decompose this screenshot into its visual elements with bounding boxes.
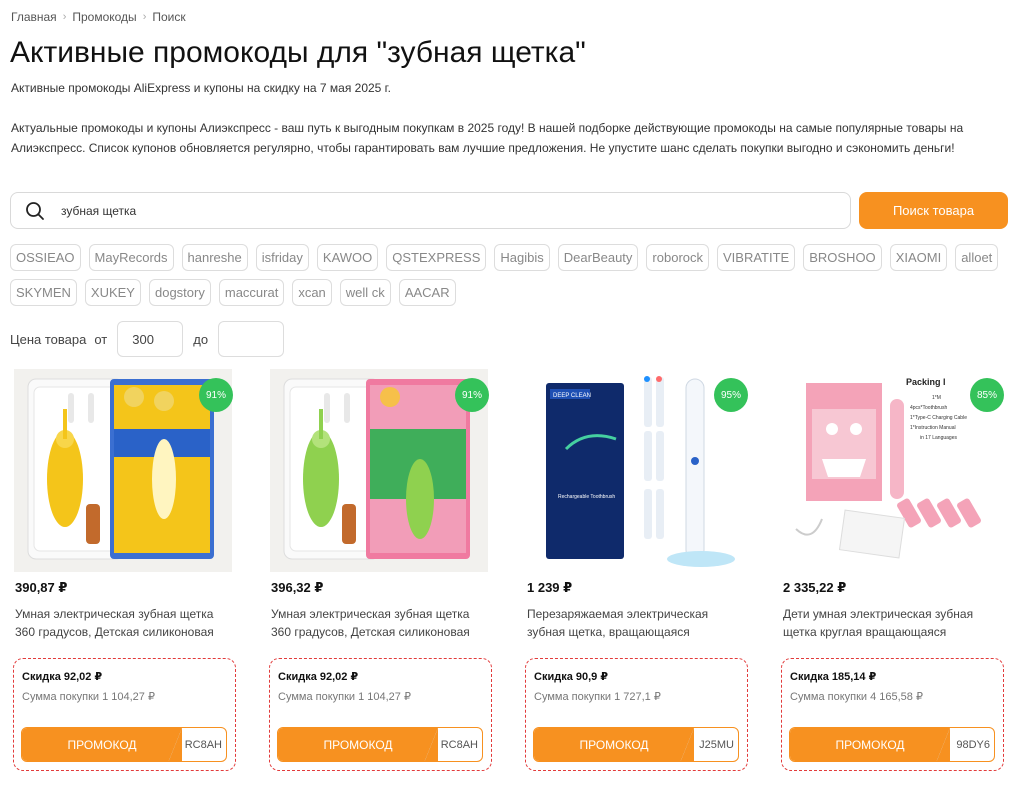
promo-code-button[interactable]: RC8AH ПРОМОКОД <box>277 727 483 762</box>
intro-text: Актуальные промокоды и купоны Алиэкспрес… <box>11 121 964 155</box>
price-filter-label: Цена товара <box>10 331 87 347</box>
promo-code: J25MU <box>699 738 734 751</box>
coupon-discount: Скидка 185,14 ₽ <box>790 671 877 683</box>
discount-badge: 91% <box>199 378 233 412</box>
brand-tag[interactable]: hanreshe <box>181 244 248 271</box>
packing-list-text: Packing l <box>906 377 946 387</box>
brand-tag[interactable]: KAWOO <box>316 244 379 271</box>
coupon-discount: Скидка 92,02 ₽ <box>22 671 103 683</box>
product-title-line: щетка круглая вращающаяся <box>783 625 947 639</box>
chevron-right-icon: › <box>142 11 147 23</box>
promo-code-button[interactable]: 98DY6 ПРОМОКОД <box>789 727 995 762</box>
brand-tag[interactable]: alloet <box>955 244 999 271</box>
promo-code-label: ПРОМОКОД <box>22 728 182 761</box>
brand-tag[interactable]: BROSHOO <box>803 244 882 271</box>
packing-list-text: 1*Type-C Charging Cable <box>910 415 967 421</box>
price-to-label: до <box>193 331 209 347</box>
product-image[interactable]: Packing l 1*M 4pcs*Toothbrush 1*Type-C C… <box>782 369 1000 572</box>
packing-list-text: in 17 Languages <box>920 435 957 441</box>
discount-badge: 95% <box>714 378 748 412</box>
brand-tag[interactable]: OSSIEAO <box>10 244 81 271</box>
coupon-discount: Скидка 90,9 ₽ <box>534 671 608 683</box>
brand-tag[interactable]: xcan <box>292 279 332 306</box>
coupon-box: Скидка 92,02 ₽ Сумма покупки 1 104,27 ₽ … <box>13 658 236 771</box>
price-from-label: от <box>94 331 108 347</box>
coupon-min-sum: Сумма покупки 1 104,27 ₽ <box>278 691 411 703</box>
search-input[interactable] <box>61 193 850 228</box>
brand-tag[interactable]: SKYMEN <box>10 279 77 306</box>
product-title[interactable]: Дети умная электрическая зубная щетка кр… <box>783 605 1005 641</box>
price-filter: Цена товара от до <box>10 321 285 357</box>
product-title-line: Дети умная электрическая зубная <box>783 607 974 621</box>
product-title[interactable]: Перезаряжаемая электрическая зубная щетк… <box>527 605 749 641</box>
discount-badge: 91% <box>455 378 489 412</box>
brand-tag[interactable]: dogstory <box>148 279 211 306</box>
product-title-line: Умная электрическая зубная щетка <box>15 607 214 621</box>
product-title-line: Умная электрическая зубная щетка <box>271 607 470 621</box>
product-card[interactable]: Packing l 1*M 4pcs*Toothbrush 1*Type-C C… <box>778 369 1006 774</box>
product-price: 1 239 ₽ <box>527 580 573 595</box>
discount-badge: 85% <box>970 378 1004 412</box>
search-button[interactable]: Поиск товара <box>859 192 1008 229</box>
promo-code-label: ПРОМОКОД <box>790 728 950 761</box>
brand-tag[interactable]: MayRecords <box>88 244 174 271</box>
brand-tag[interactable]: XIAOMI <box>889 244 948 271</box>
product-card[interactable]: DEEP CLEAN Rechargeable Toothbrush 95% 1… <box>522 369 750 774</box>
breadcrumb-promocodes[interactable]: Промокоды <box>72 10 136 24</box>
product-image[interactable]: DEEP CLEAN Rechargeable Toothbrush <box>526 369 744 572</box>
coupon-min-sum: Сумма покупки 1 104,27 ₽ <box>22 691 155 703</box>
coupon-discount: Скидка 92,02 ₽ <box>278 671 359 683</box>
promo-code-label: ПРОМОКОД <box>534 728 694 761</box>
promo-code-label: ПРОМОКОД <box>278 728 438 761</box>
breadcrumb-home[interactable]: Главная <box>11 10 57 24</box>
breadcrumb-current: Поиск <box>152 10 186 24</box>
search-icon <box>25 201 45 221</box>
brand-tags: OSSIEAO MayRecords hanreshe isfriday KAWOO QS… <box>10 244 1010 306</box>
coupon-min-sum: Сумма покупки 1 727,1 ₽ <box>534 691 661 703</box>
product-title-line: зубная щетка, вращающаяся <box>527 625 690 639</box>
brand-tag[interactable]: roborock <box>646 244 709 271</box>
product-title-line: 360 градусов, Детская силиконовая <box>271 625 470 639</box>
box-label: DEEP CLEAN <box>553 393 591 399</box>
brand-tag[interactable]: QSTEXPRESS <box>386 244 487 271</box>
product-price: 390,87 ₽ <box>15 580 68 595</box>
brand-tag[interactable]: isfriday <box>255 244 309 271</box>
search-box <box>10 192 851 229</box>
brand-tag[interactable]: VIBRATITE <box>717 244 796 271</box>
coupon-box: Скидка 90,9 ₽ Сумма покупки 1 727,1 ₽ J2… <box>525 658 748 771</box>
page-title: Активные промокоды для "зубная щетка" <box>10 36 586 69</box>
brand-tag[interactable]: DearBeauty <box>557 244 639 271</box>
brand-tag[interactable]: XUKEY <box>84 279 141 306</box>
product-price: 2 335,22 ₽ <box>783 580 847 595</box>
packing-list-text: 1*Instruction Manual <box>910 425 956 431</box>
packing-list-text: 4pcs*Toothbrush <box>910 405 947 411</box>
product-title[interactable]: Умная электрическая зубная щетка 360 гра… <box>15 605 237 641</box>
product-title[interactable]: Умная электрическая зубная щетка 360 гра… <box>271 605 493 641</box>
page-subtitle: Активные промокоды AliExpress и купоны н… <box>11 81 391 95</box>
box-label: Rechargeable Toothbrush <box>558 494 615 500</box>
promo-code: 98DY6 <box>956 738 990 751</box>
promo-code: RC8AH <box>440 738 478 751</box>
breadcrumb: Главная › Промокоды › Поиск <box>11 10 186 24</box>
product-price: 396,32 ₽ <box>271 580 324 595</box>
coupon-min-sum: Сумма покупки 4 165,58 ₽ <box>790 691 923 703</box>
product-title-line: 360 градусов, Детская силиконовая <box>15 625 214 639</box>
chevron-right-icon: › <box>62 11 67 23</box>
promo-code: RC8AH <box>184 738 222 751</box>
brand-tag[interactable]: Hagibis <box>494 244 550 271</box>
product-title-line: Перезаряжаемая электрическая <box>527 607 709 621</box>
product-card[interactable]: 91% 390,87 ₽ Умная электрическая зубная … <box>10 369 238 774</box>
coupon-box: Скидка 92,02 ₽ Сумма покупки 1 104,27 ₽ … <box>269 658 492 771</box>
packing-list-text: 1*M <box>932 395 941 401</box>
coupon-box: Скидка 185,14 ₽ Сумма покупки 4 165,58 ₽… <box>781 658 1004 771</box>
price-from-input[interactable] <box>117 321 184 357</box>
brand-tag[interactable]: well ck <box>339 279 391 306</box>
brand-tag[interactable]: maccurat <box>218 279 285 306</box>
brand-tag[interactable]: AACAR <box>398 279 456 306</box>
price-to-input[interactable] <box>218 321 285 357</box>
product-card[interactable]: 91% 396,32 ₽ Умная электрическая зубная … <box>266 369 494 774</box>
promo-code-button[interactable]: RC8AH ПРОМОКОД <box>21 727 227 762</box>
promo-code-button[interactable]: J25MU ПРОМОКОД <box>533 727 739 762</box>
